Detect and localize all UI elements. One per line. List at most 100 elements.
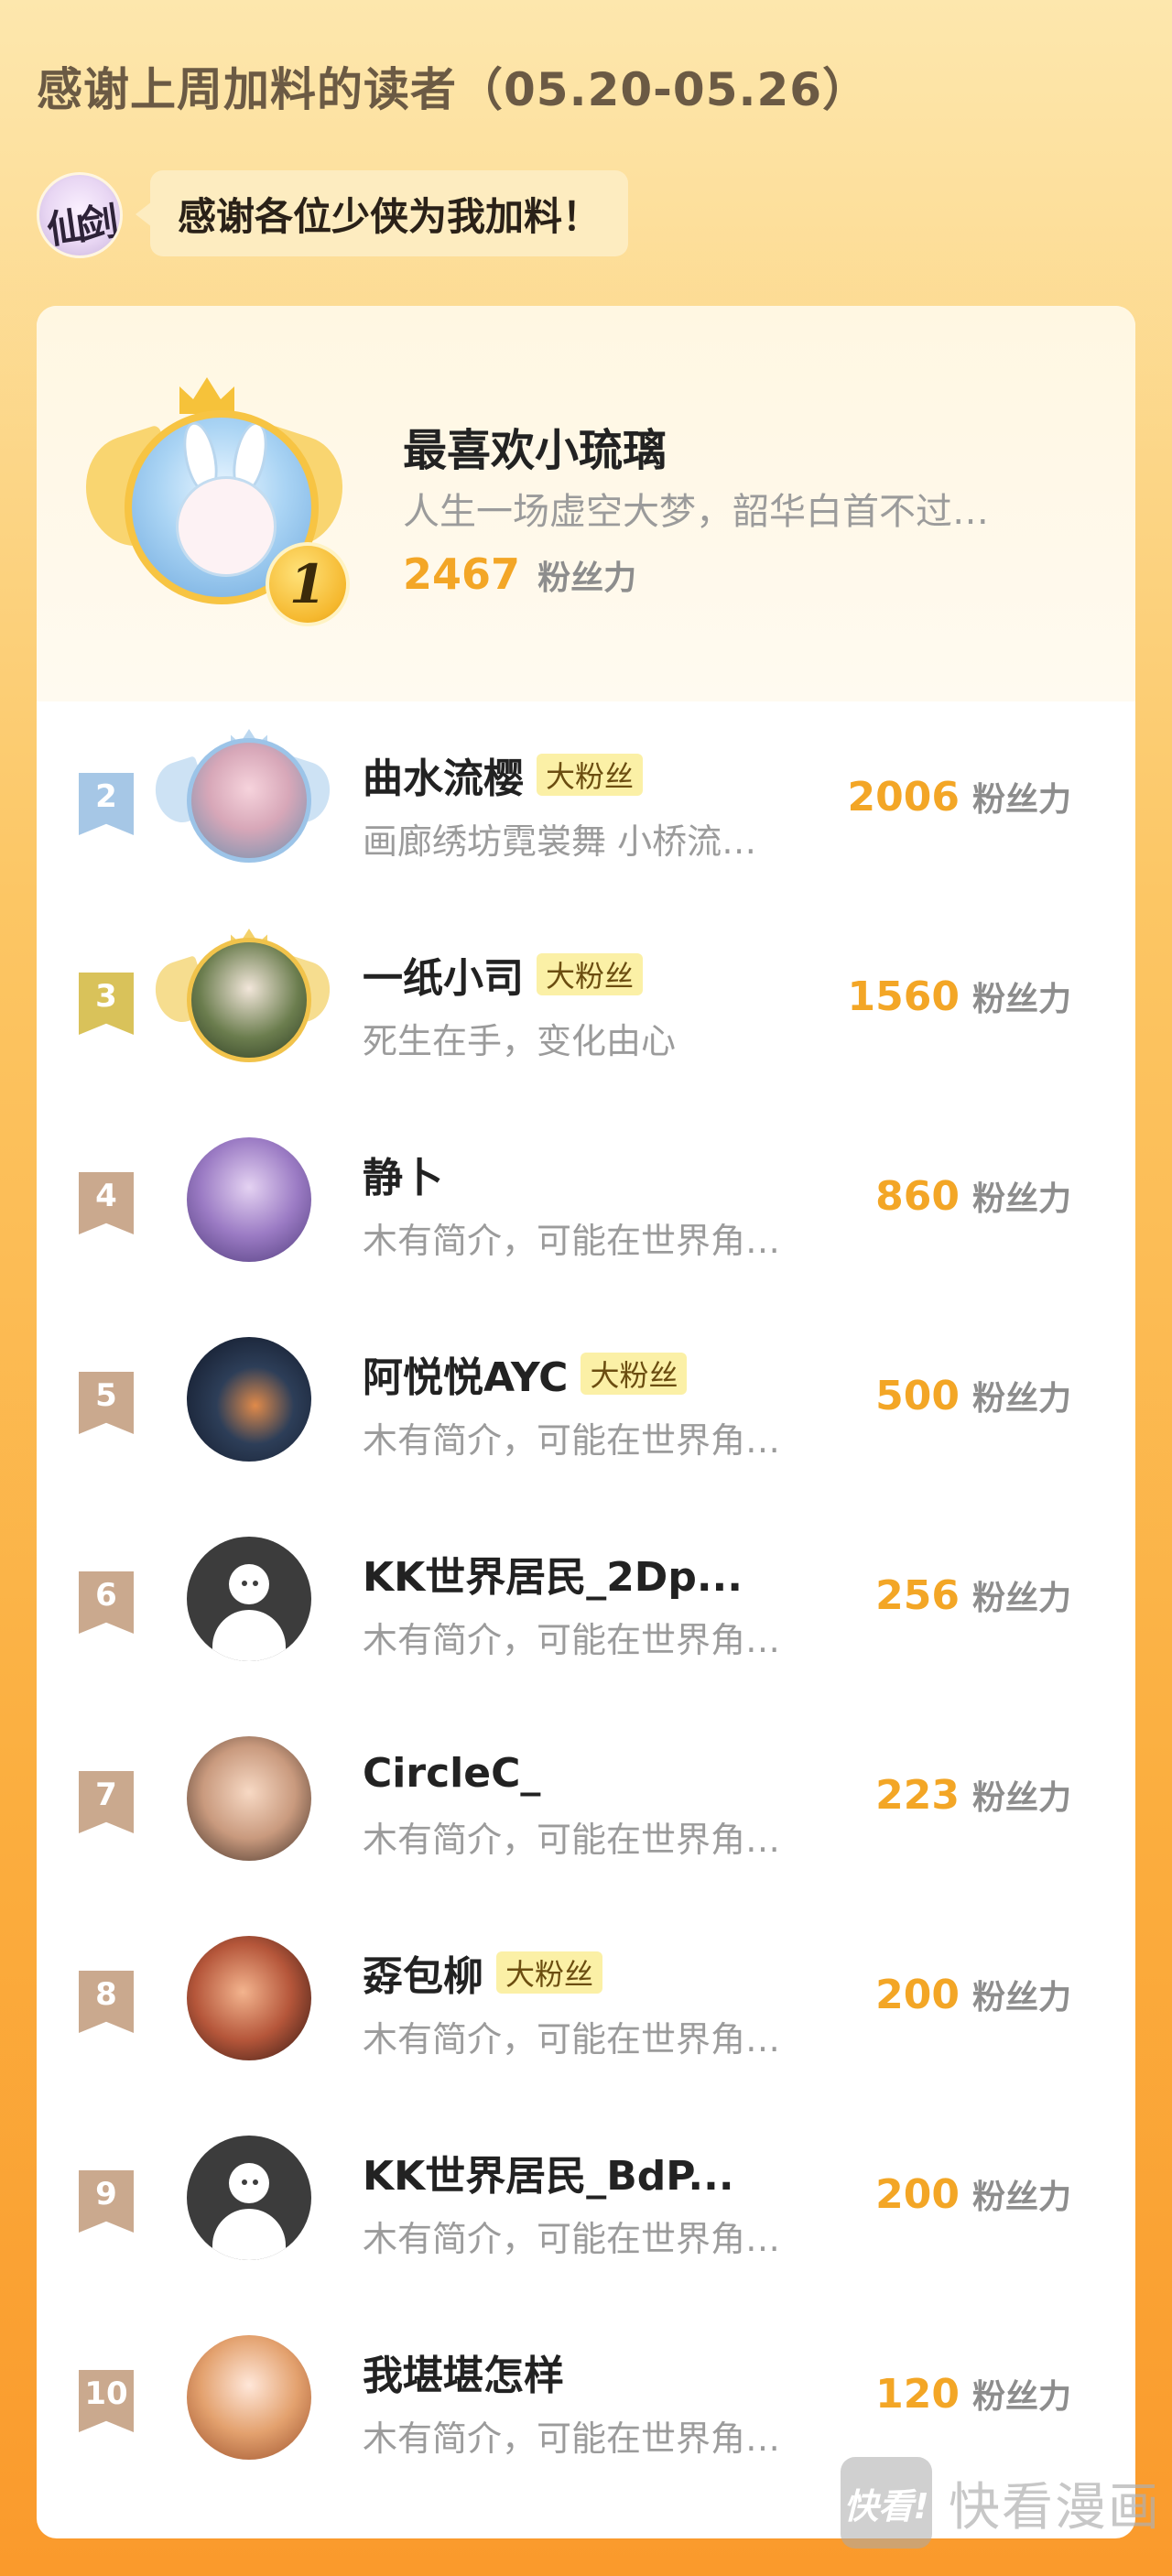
fan-power: 256 粉丝力 <box>875 1571 1071 1619</box>
page-title: 感谢上周加料的读者（05.20-05.26） <box>37 63 870 116</box>
fan-power: 860 粉丝力 <box>875 1172 1071 1220</box>
fan-row[interactable]: 3 一纸小司 大粉丝死生在手，变化由心 1560 粉丝力 <box>37 901 1135 1101</box>
fan-power: 200 粉丝力 <box>875 1971 1071 2018</box>
top-fan-avatar-frame: 1 <box>71 377 361 626</box>
fan-power-unit: 粉丝力 <box>971 981 1071 1018</box>
fan-power: 2006 粉丝力 <box>848 773 1071 821</box>
fan-power-value: 223 <box>875 1772 960 1819</box>
author-logo-text: 仙剑 <box>44 199 116 253</box>
fan-bio: 画廊绣坊霓裳舞 小桥流… <box>363 821 757 862</box>
fan-power-unit: 粉丝力 <box>971 1180 1071 1218</box>
rank-flag-3: 3 <box>79 973 134 1035</box>
fan-avatar[interactable] <box>187 1936 311 2060</box>
fan-bio: 死生在手，变化由心 <box>363 1021 677 1061</box>
big-fan-badge: 大粉丝 <box>537 754 644 796</box>
fan-power: 200 粉丝力 <box>875 2170 1071 2218</box>
fan-row[interactable]: 6 KK世界居民_2Dp... 木有简介，可能在世界角落… 256 粉丝力 <box>37 1500 1135 1700</box>
top-fan-section[interactable]: 1 最喜欢小琉璃 人生一场虚空大梦，韶华白首不过… 2467 粉丝力 <box>37 306 1135 701</box>
fan-name[interactable]: KK世界居民_2Dp... <box>363 1544 743 1603</box>
fan-name[interactable]: 阿悦悦AYC <box>363 1344 568 1403</box>
author-speech-bubble: 感谢各位少侠为我加料！ <box>135 170 629 256</box>
big-fan-badge: 大粉丝 <box>581 1353 688 1395</box>
rank-flag-8: 8 <box>79 1971 134 2033</box>
fan-name[interactable]: KK世界居民_BdP... <box>363 2143 734 2201</box>
fan-power-unit: 粉丝力 <box>971 2179 1071 2216</box>
fan-avatar[interactable] <box>187 738 311 863</box>
rank-flag-6: 6 <box>79 1571 134 1634</box>
fan-avatar[interactable] <box>187 1337 311 1462</box>
fan-power-value: 200 <box>875 1972 960 2018</box>
fan-power-value: 1560 <box>847 973 960 1020</box>
top-fan-power: 2467 粉丝力 <box>403 549 636 599</box>
rank-1-badge: 1 <box>266 542 350 626</box>
fan-power-unit: 粉丝力 <box>971 2378 1071 2416</box>
kuaikan-logo-icon: 快看! <box>841 2457 932 2549</box>
default-user-icon <box>212 2209 286 2260</box>
default-user-icon <box>212 1610 286 1661</box>
rank-flag-10: 10 <box>79 2370 134 2432</box>
fan-avatar[interactable] <box>187 2136 311 2260</box>
fan-name-line: 我堪堪怎样 <box>363 2344 564 2399</box>
author-avatar[interactable]: 仙剑 <box>37 172 123 258</box>
top-fan-power-value: 2467 <box>403 549 521 599</box>
fan-power: 1560 粉丝力 <box>848 973 1071 1020</box>
fan-ranking-card: 1 最喜欢小琉璃 人生一场虚空大梦，韶华白首不过… 2467 粉丝力 2 曲水流樱… <box>37 306 1135 2538</box>
fan-power-unit: 粉丝力 <box>971 781 1071 819</box>
fan-bio: 木有简介，可能在世界角落… <box>363 2219 793 2259</box>
fan-bio: 木有简介，可能在世界角落… <box>363 2418 793 2459</box>
fan-name[interactable]: 我堪堪怎样 <box>363 2342 564 2401</box>
rank-flag-2: 2 <box>79 773 134 835</box>
fan-bio: 木有简介，可能在世界角落… <box>363 1820 793 1860</box>
fan-power-value: 860 <box>875 1173 960 1220</box>
kuaikan-watermark: 快看! 快看漫画 <box>841 2454 1161 2551</box>
fan-row[interactable]: 2 曲水流樱 大粉丝画廊绣坊霓裳舞 小桥流… 2006 粉丝力 <box>37 701 1135 901</box>
fan-bio: 木有简介，可能在世界角落… <box>363 2019 793 2060</box>
fan-avatar[interactable] <box>187 1537 311 1661</box>
fan-name-line: 一纸小司 大粉丝 <box>363 945 644 1004</box>
fan-power: 223 粉丝力 <box>875 1771 1071 1819</box>
fan-name[interactable]: 一纸小司 <box>363 945 524 1004</box>
fan-avatar[interactable] <box>187 1736 311 1861</box>
big-fan-badge: 大粉丝 <box>537 953 644 995</box>
fan-row[interactable]: 5 阿悦悦AYC 大粉丝木有简介，可能在世界角落… 500 粉丝力 <box>37 1300 1135 1500</box>
watermark-text: 快看漫画 <box>949 2477 1161 2538</box>
fan-row[interactable]: 7 CircleC_ 木有简介，可能在世界角落… 223 粉丝力 <box>37 1700 1135 1899</box>
big-fan-badge: 大粉丝 <box>496 1951 603 1994</box>
fan-name[interactable]: 孬包柳 <box>363 1943 483 2002</box>
fan-name-line: 曲水流樱 大粉丝 <box>363 745 644 804</box>
fan-name-line: KK世界居民_2Dp... <box>363 1546 743 1601</box>
author-message-row: 仙剑 感谢各位少侠为我加料！ <box>37 165 1135 258</box>
top-fan-power-unit: 粉丝力 <box>537 560 637 597</box>
fan-power-unit: 粉丝力 <box>971 1380 1071 1418</box>
fan-row[interactable]: 4 静卜木有简介，可能在世界角落… 860 粉丝力 <box>37 1101 1135 1300</box>
rank-flag-9: 9 <box>79 2170 134 2233</box>
watermark-logo-text: 快看! <box>843 2485 929 2527</box>
fan-name-line: 孬包柳 大粉丝 <box>363 1943 603 2002</box>
fan-power-value: 500 <box>875 1373 960 1419</box>
fan-name[interactable]: 静卜 <box>363 1145 443 1203</box>
rank-flag-4: 4 <box>79 1172 134 1234</box>
fan-avatar[interactable] <box>187 2335 311 2460</box>
fan-name-line: KK世界居民_BdP... <box>363 2145 734 2200</box>
fan-row[interactable]: 9 KK世界居民_BdP... 木有简介，可能在世界角落… 200 粉丝力 <box>37 2099 1135 2299</box>
top-fan-bio: 人生一场虚空大梦，韶华白首不过… <box>403 491 989 533</box>
fan-name-line: 静卜 <box>363 1147 443 1201</box>
fan-name[interactable]: 曲水流樱 <box>363 745 524 804</box>
fan-row[interactable]: 8 孬包柳 大粉丝木有简介，可能在世界角落… 200 粉丝力 <box>37 1899 1135 2099</box>
rank-flag-5: 5 <box>79 1372 134 1434</box>
fan-bio: 木有简介，可能在世界角落… <box>363 1620 793 1660</box>
fan-power-value: 2006 <box>847 774 960 821</box>
fan-name-line: 阿悦悦AYC 大粉丝 <box>363 1344 688 1403</box>
rank-1-number: 1 <box>288 553 327 615</box>
fan-power-value: 200 <box>875 2171 960 2218</box>
crown-icon <box>179 377 234 414</box>
fan-bio: 木有简介，可能在世界角落… <box>363 1420 793 1461</box>
author-message: 感谢各位少侠为我加料！ <box>178 193 602 239</box>
top-fan-name[interactable]: 最喜欢小琉璃 <box>403 414 667 478</box>
fan-avatar[interactable] <box>187 938 311 1062</box>
fan-name[interactable]: CircleC_ <box>363 1750 540 1797</box>
fan-avatar[interactable] <box>187 1137 311 1262</box>
fan-power-unit: 粉丝力 <box>971 1779 1071 1817</box>
fan-bio: 木有简介，可能在世界角落… <box>363 1221 793 1261</box>
fan-power-value: 120 <box>875 2371 960 2418</box>
